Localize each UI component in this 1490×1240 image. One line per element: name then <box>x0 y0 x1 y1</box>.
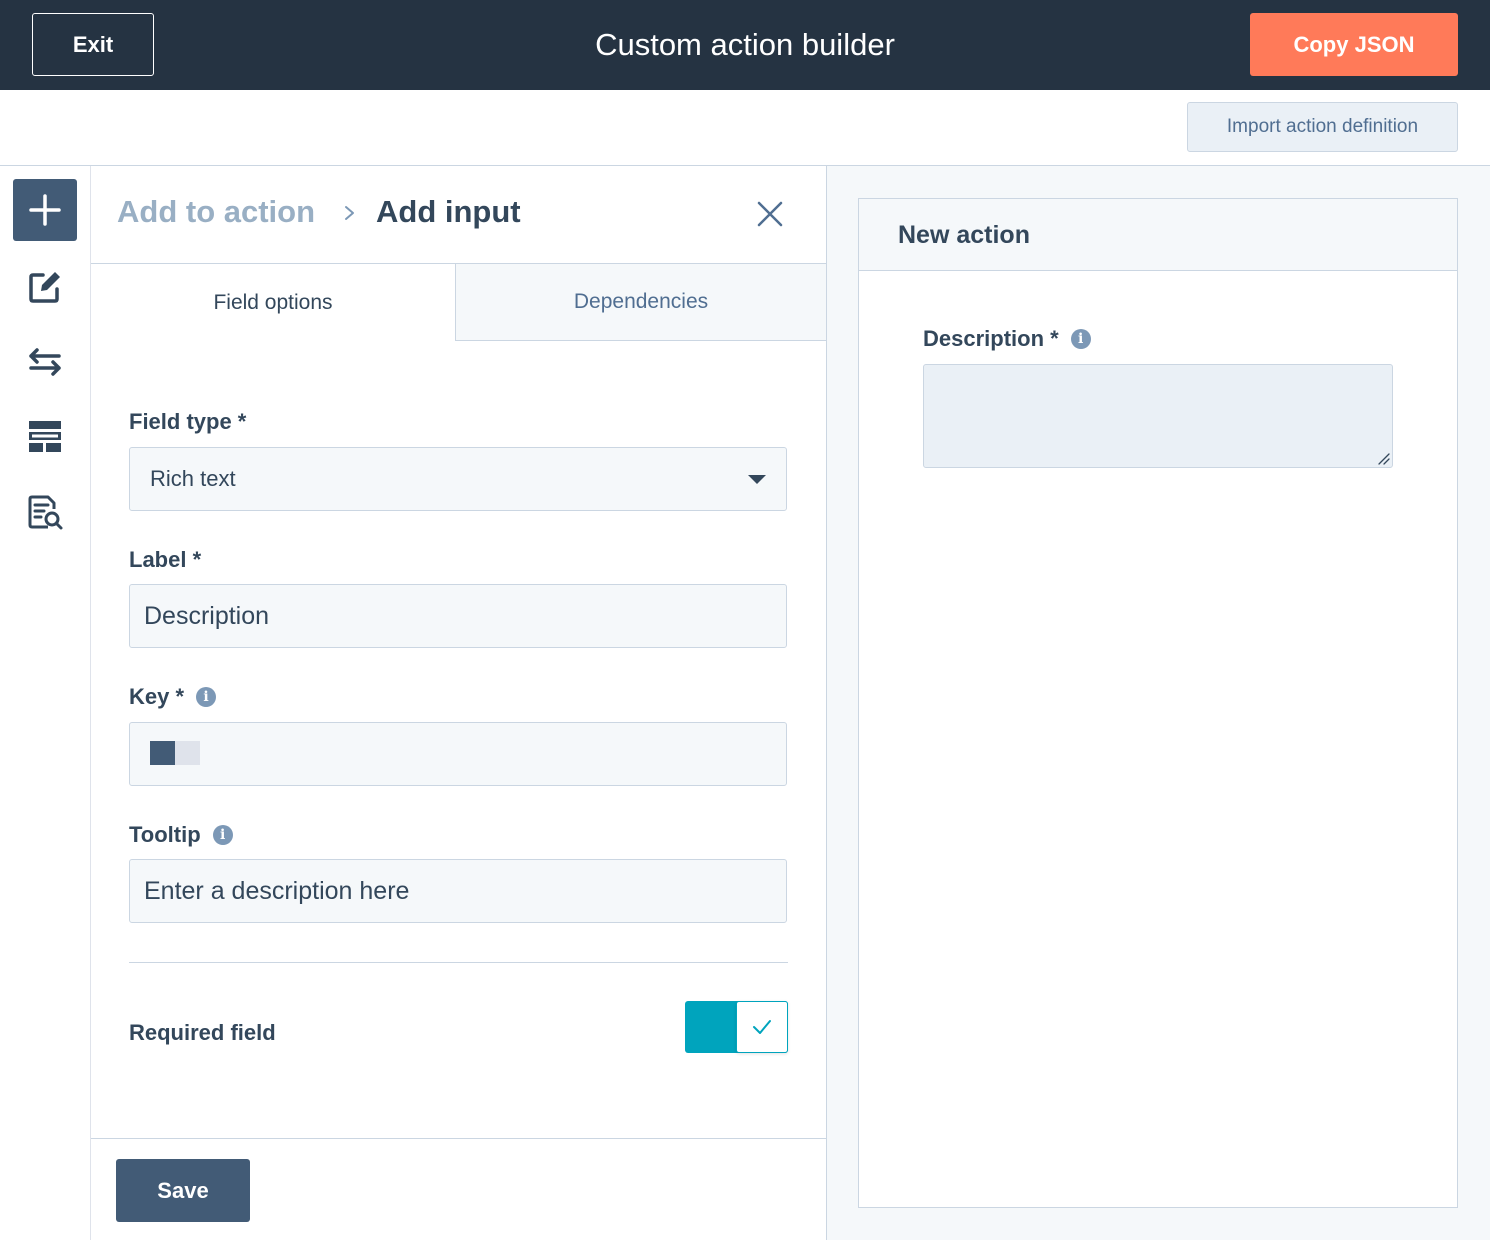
key-field-label: Key * i <box>129 684 217 710</box>
rail-preview-button[interactable] <box>13 482 77 544</box>
edit-icon <box>29 272 60 303</box>
preview-field-label-text: Description * <box>923 326 1059 351</box>
breadcrumb-current: Add input <box>376 194 521 229</box>
table-layout-icon <box>29 421 61 452</box>
exit-button[interactable]: Exit <box>32 13 154 76</box>
key-value-block-dark <box>150 741 175 765</box>
key-value-redacted <box>150 741 200 765</box>
preview-field-label: Description * i <box>923 326 1091 352</box>
field-type-select[interactable]: Rich text <box>129 447 787 511</box>
add-input-panel: Add to action Add input Field options De… <box>91 166 827 1240</box>
tooltip-field-label-text: Tooltip <box>129 822 201 847</box>
preview-title: New action <box>898 221 1030 249</box>
label-field-label: Label * <box>129 547 201 573</box>
panel-footer: Save <box>91 1138 826 1240</box>
info-icon[interactable]: i <box>196 687 217 707</box>
field-type-label: Field type * <box>129 409 246 435</box>
rail-edit-button[interactable] <box>13 256 77 318</box>
preview-header: New action <box>859 199 1457 271</box>
copy-json-button[interactable]: Copy JSON <box>1250 13 1458 76</box>
field-type-label-text: Field type * <box>129 409 247 434</box>
tooltip-field-label: Tooltip i <box>129 822 233 848</box>
resize-handle-icon[interactable] <box>1376 451 1390 465</box>
tooltip-input[interactable] <box>129 859 787 923</box>
label-field-label-text: Label * <box>129 547 202 572</box>
checkmark-icon <box>753 1020 771 1034</box>
divider <box>129 962 788 963</box>
key-input[interactable] <box>129 722 787 786</box>
key-value-block-light <box>175 741 200 765</box>
preview-description-textarea[interactable] <box>923 364 1393 468</box>
toggle-knob <box>736 1001 788 1053</box>
top-bar: Exit Custom action builder Copy JSON <box>0 0 1490 90</box>
plus-icon <box>29 194 61 226</box>
rail-layout-button[interactable] <box>13 406 77 468</box>
label-input-value: Description <box>144 601 270 630</box>
breadcrumb-add-to-action[interactable]: Add to action <box>117 194 315 230</box>
preview-area: New action Description * i <box>827 166 1490 1240</box>
rail-swap-button[interactable] <box>13 331 77 393</box>
close-icon[interactable] <box>755 199 785 229</box>
required-field-toggle[interactable] <box>685 1001 788 1053</box>
tab-field-options[interactable]: Field options <box>91 263 455 341</box>
label-input[interactable]: Description <box>129 584 787 648</box>
tab-dependencies[interactable]: Dependencies <box>455 263 826 341</box>
chevron-right-icon <box>345 206 354 220</box>
rail-add-button[interactable] <box>13 179 77 241</box>
save-button[interactable]: Save <box>116 1159 250 1222</box>
info-icon[interactable]: i <box>212 825 233 845</box>
info-icon[interactable]: i <box>1070 329 1091 349</box>
preview-card: New action Description * i <box>858 198 1458 1208</box>
import-action-definition-button[interactable]: Import action definition <box>1187 102 1458 152</box>
caret-down-icon <box>748 475 766 484</box>
required-field-label: Required field <box>129 1020 276 1045</box>
document-search-icon <box>28 495 63 530</box>
field-type-value: Rich text <box>150 466 236 491</box>
panel-header: Add to action Add input <box>91 166 826 263</box>
sidebar-rail <box>0 166 91 1240</box>
key-field-label-text: Key * <box>129 684 185 709</box>
action-toolbar: Import action definition <box>0 90 1490 166</box>
swap-arrows-icon <box>29 348 61 376</box>
